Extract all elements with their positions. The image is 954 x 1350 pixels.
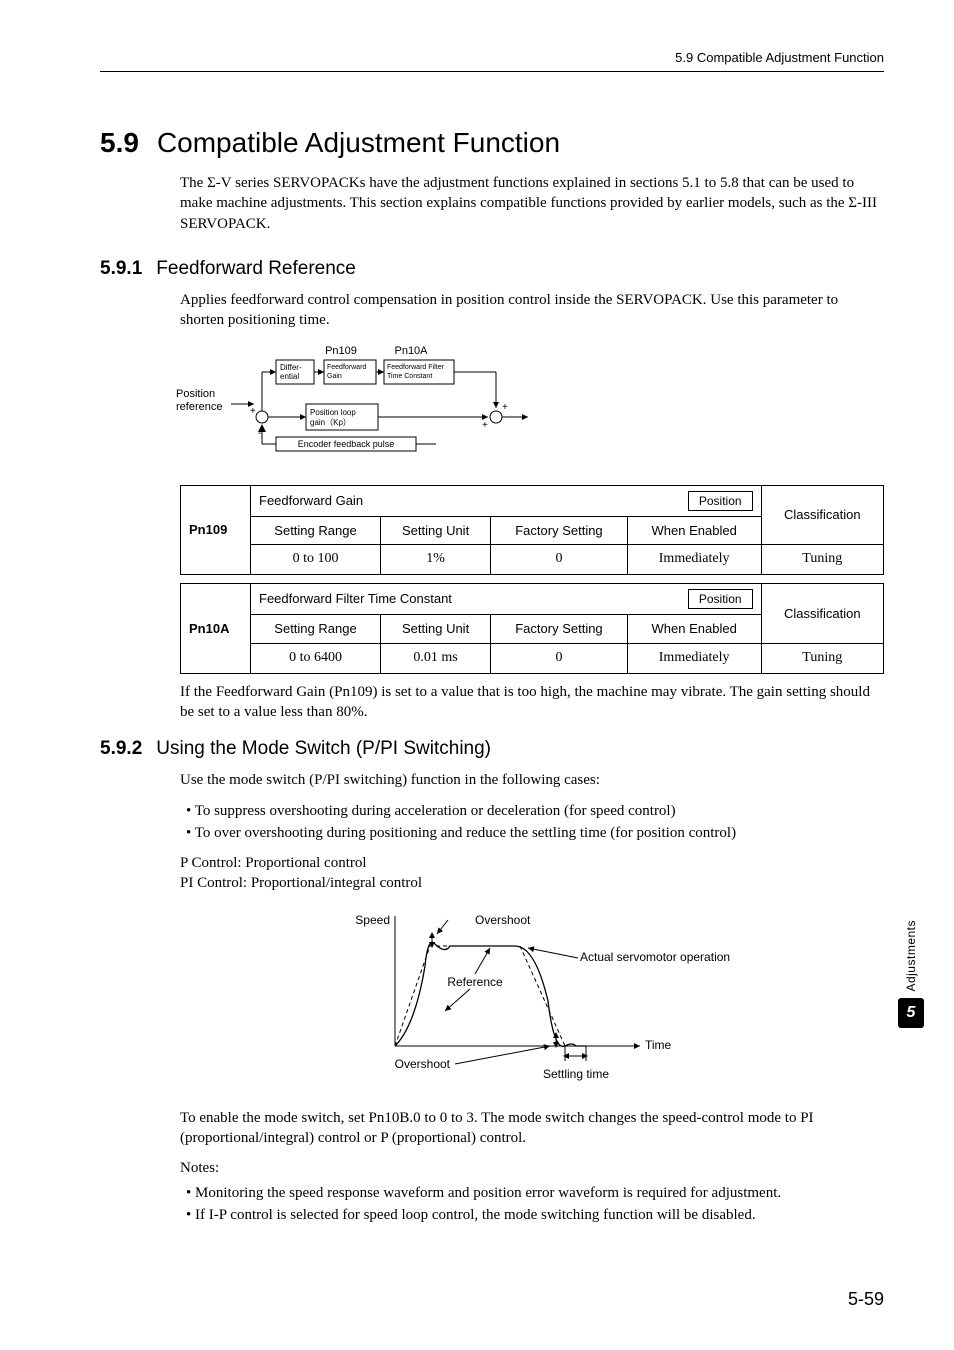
- svg-text:+: +: [482, 420, 488, 431]
- val-unit: 1%: [381, 545, 491, 575]
- section-intro: The Σ-V series SERVOPACKs have the adjus…: [180, 173, 884, 234]
- chapter-tab-label: Adjustments: [904, 920, 918, 992]
- param-table-pn10a: Pn10A Feedforward Filter Time Constant P…: [180, 583, 884, 674]
- list-item: To over overshooting during positioning …: [186, 823, 884, 843]
- chapter-tab: Adjustments 5: [898, 920, 924, 1028]
- feedforward-diagram: Pn109 Pn10A Position reference + - Diffe…: [176, 342, 884, 468]
- subsection-592-intro: Use the mode switch (P/PI switching) fun…: [180, 770, 884, 790]
- svg-text:Pn10A: Pn10A: [394, 345, 428, 357]
- svg-text:Gain: Gain: [327, 373, 342, 380]
- pn10a-mode-badge: Position: [688, 589, 753, 609]
- svg-text:Differ-: Differ-: [280, 363, 302, 372]
- notes-list: Monitoring the speed response waveform a…: [186, 1183, 884, 1226]
- svg-text:reference: reference: [176, 401, 222, 413]
- subsection-number: 5.9.2: [100, 738, 142, 759]
- pn10a-name: Feedforward Filter Time Constant: [259, 590, 452, 608]
- val-range: 0 to 6400: [251, 643, 381, 673]
- svg-text:Time: Time: [645, 1038, 672, 1052]
- pn10a-label: Pn10A: [181, 584, 251, 674]
- list-item: If I-P control is selected for speed loo…: [186, 1205, 884, 1225]
- svg-text:+: +: [250, 406, 256, 417]
- svg-text:Time Constant: Time Constant: [387, 373, 432, 380]
- svg-text:Overshoot: Overshoot: [475, 913, 531, 927]
- svg-text:Overshoot: Overshoot: [395, 1057, 451, 1071]
- col-factory: Factory Setting: [491, 615, 628, 644]
- col-range: Setting Range: [251, 516, 381, 545]
- section-title: Compatible Adjustment Function: [157, 127, 560, 158]
- val-enabled: Immediately: [627, 545, 761, 575]
- col-enabled: When Enabled: [627, 615, 761, 644]
- svg-text:ential: ential: [280, 372, 299, 381]
- subsection-number: 5.9.1: [100, 258, 142, 279]
- val-enabled: Immediately: [627, 643, 761, 673]
- val-class: Tuning: [761, 643, 883, 673]
- subsection-title: Using the Mode Switch (P/PI Switching): [156, 738, 491, 759]
- notes-label: Notes:: [180, 1158, 884, 1178]
- col-enabled: When Enabled: [627, 516, 761, 545]
- section-heading: 5.9 Compatible Adjustment Function: [100, 127, 884, 159]
- svg-text:Pn109: Pn109: [325, 345, 357, 357]
- pn109-label: Pn109: [181, 485, 251, 575]
- svg-text:Settling time: Settling time: [543, 1067, 609, 1081]
- col-unit: Setting Unit: [381, 615, 491, 644]
- subsection-title: Feedforward Reference: [156, 258, 356, 279]
- subsection-heading-592: 5.9.2 Using the Mode Switch (P/PI Switchi…: [100, 738, 884, 760]
- pn10a-classification-header: Classification: [761, 584, 883, 644]
- list-item: Monitoring the speed response waveform a…: [186, 1183, 884, 1203]
- subsection-heading-591: 5.9.1 Feedforward Reference: [100, 258, 884, 280]
- chapter-tab-number: 5: [898, 998, 924, 1028]
- pn109-note: If the Feedforward Gain (Pn109) is set t…: [180, 682, 884, 723]
- svg-text:+: +: [502, 402, 508, 413]
- val-range: 0 to 100: [251, 545, 381, 575]
- pn109-classification-header: Classification: [761, 485, 883, 545]
- svg-text:Position: Position: [176, 388, 215, 400]
- page-number: 5-59: [848, 1289, 884, 1310]
- pn109-name: Feedforward Gain: [259, 492, 363, 510]
- val-unit: 0.01 ms: [381, 643, 491, 673]
- svg-text:Feedforward: Feedforward: [327, 364, 366, 371]
- overshoot-graph: Speed Time Overshoot Actual servomotor o…: [340, 906, 884, 1092]
- col-factory: Factory Setting: [491, 516, 628, 545]
- header-rule: [100, 71, 884, 72]
- svg-text:Position loop: Position loop: [310, 408, 356, 417]
- svg-text:Speed: Speed: [355, 913, 390, 927]
- col-unit: Setting Unit: [381, 516, 491, 545]
- svg-text:Actual servomotor operation: Actual servomotor operation: [580, 950, 730, 964]
- val-factory: 0: [491, 545, 628, 575]
- val-class: Tuning: [761, 545, 883, 575]
- subsection-591-intro: Applies feedforward control compensation…: [180, 290, 884, 331]
- p-control-def: P Control: Proportional control: [180, 853, 884, 873]
- pi-control-def: PI Control: Proportional/integral contro…: [180, 873, 884, 893]
- svg-text:gain（Kp）: gain（Kp）: [310, 418, 351, 427]
- section-number: 5.9: [100, 127, 139, 158]
- mode-switch-para: To enable the mode switch, set Pn10B.0 t…: [180, 1108, 884, 1149]
- svg-text:Reference: Reference: [447, 975, 503, 989]
- svg-text:Feedforward Filter: Feedforward Filter: [387, 364, 444, 371]
- pn109-mode-badge: Position: [688, 491, 753, 511]
- list-item: To suppress overshooting during accelera…: [186, 801, 884, 821]
- running-header: 5.9 Compatible Adjustment Function: [100, 50, 884, 71]
- param-table-pn109: Pn109 Feedforward Gain Position Classifi…: [180, 485, 884, 576]
- use-case-list: To suppress overshooting during accelera…: [186, 801, 884, 844]
- val-factory: 0: [491, 643, 628, 673]
- col-range: Setting Range: [251, 615, 381, 644]
- svg-text:Encoder feedback pulse: Encoder feedback pulse: [298, 439, 395, 449]
